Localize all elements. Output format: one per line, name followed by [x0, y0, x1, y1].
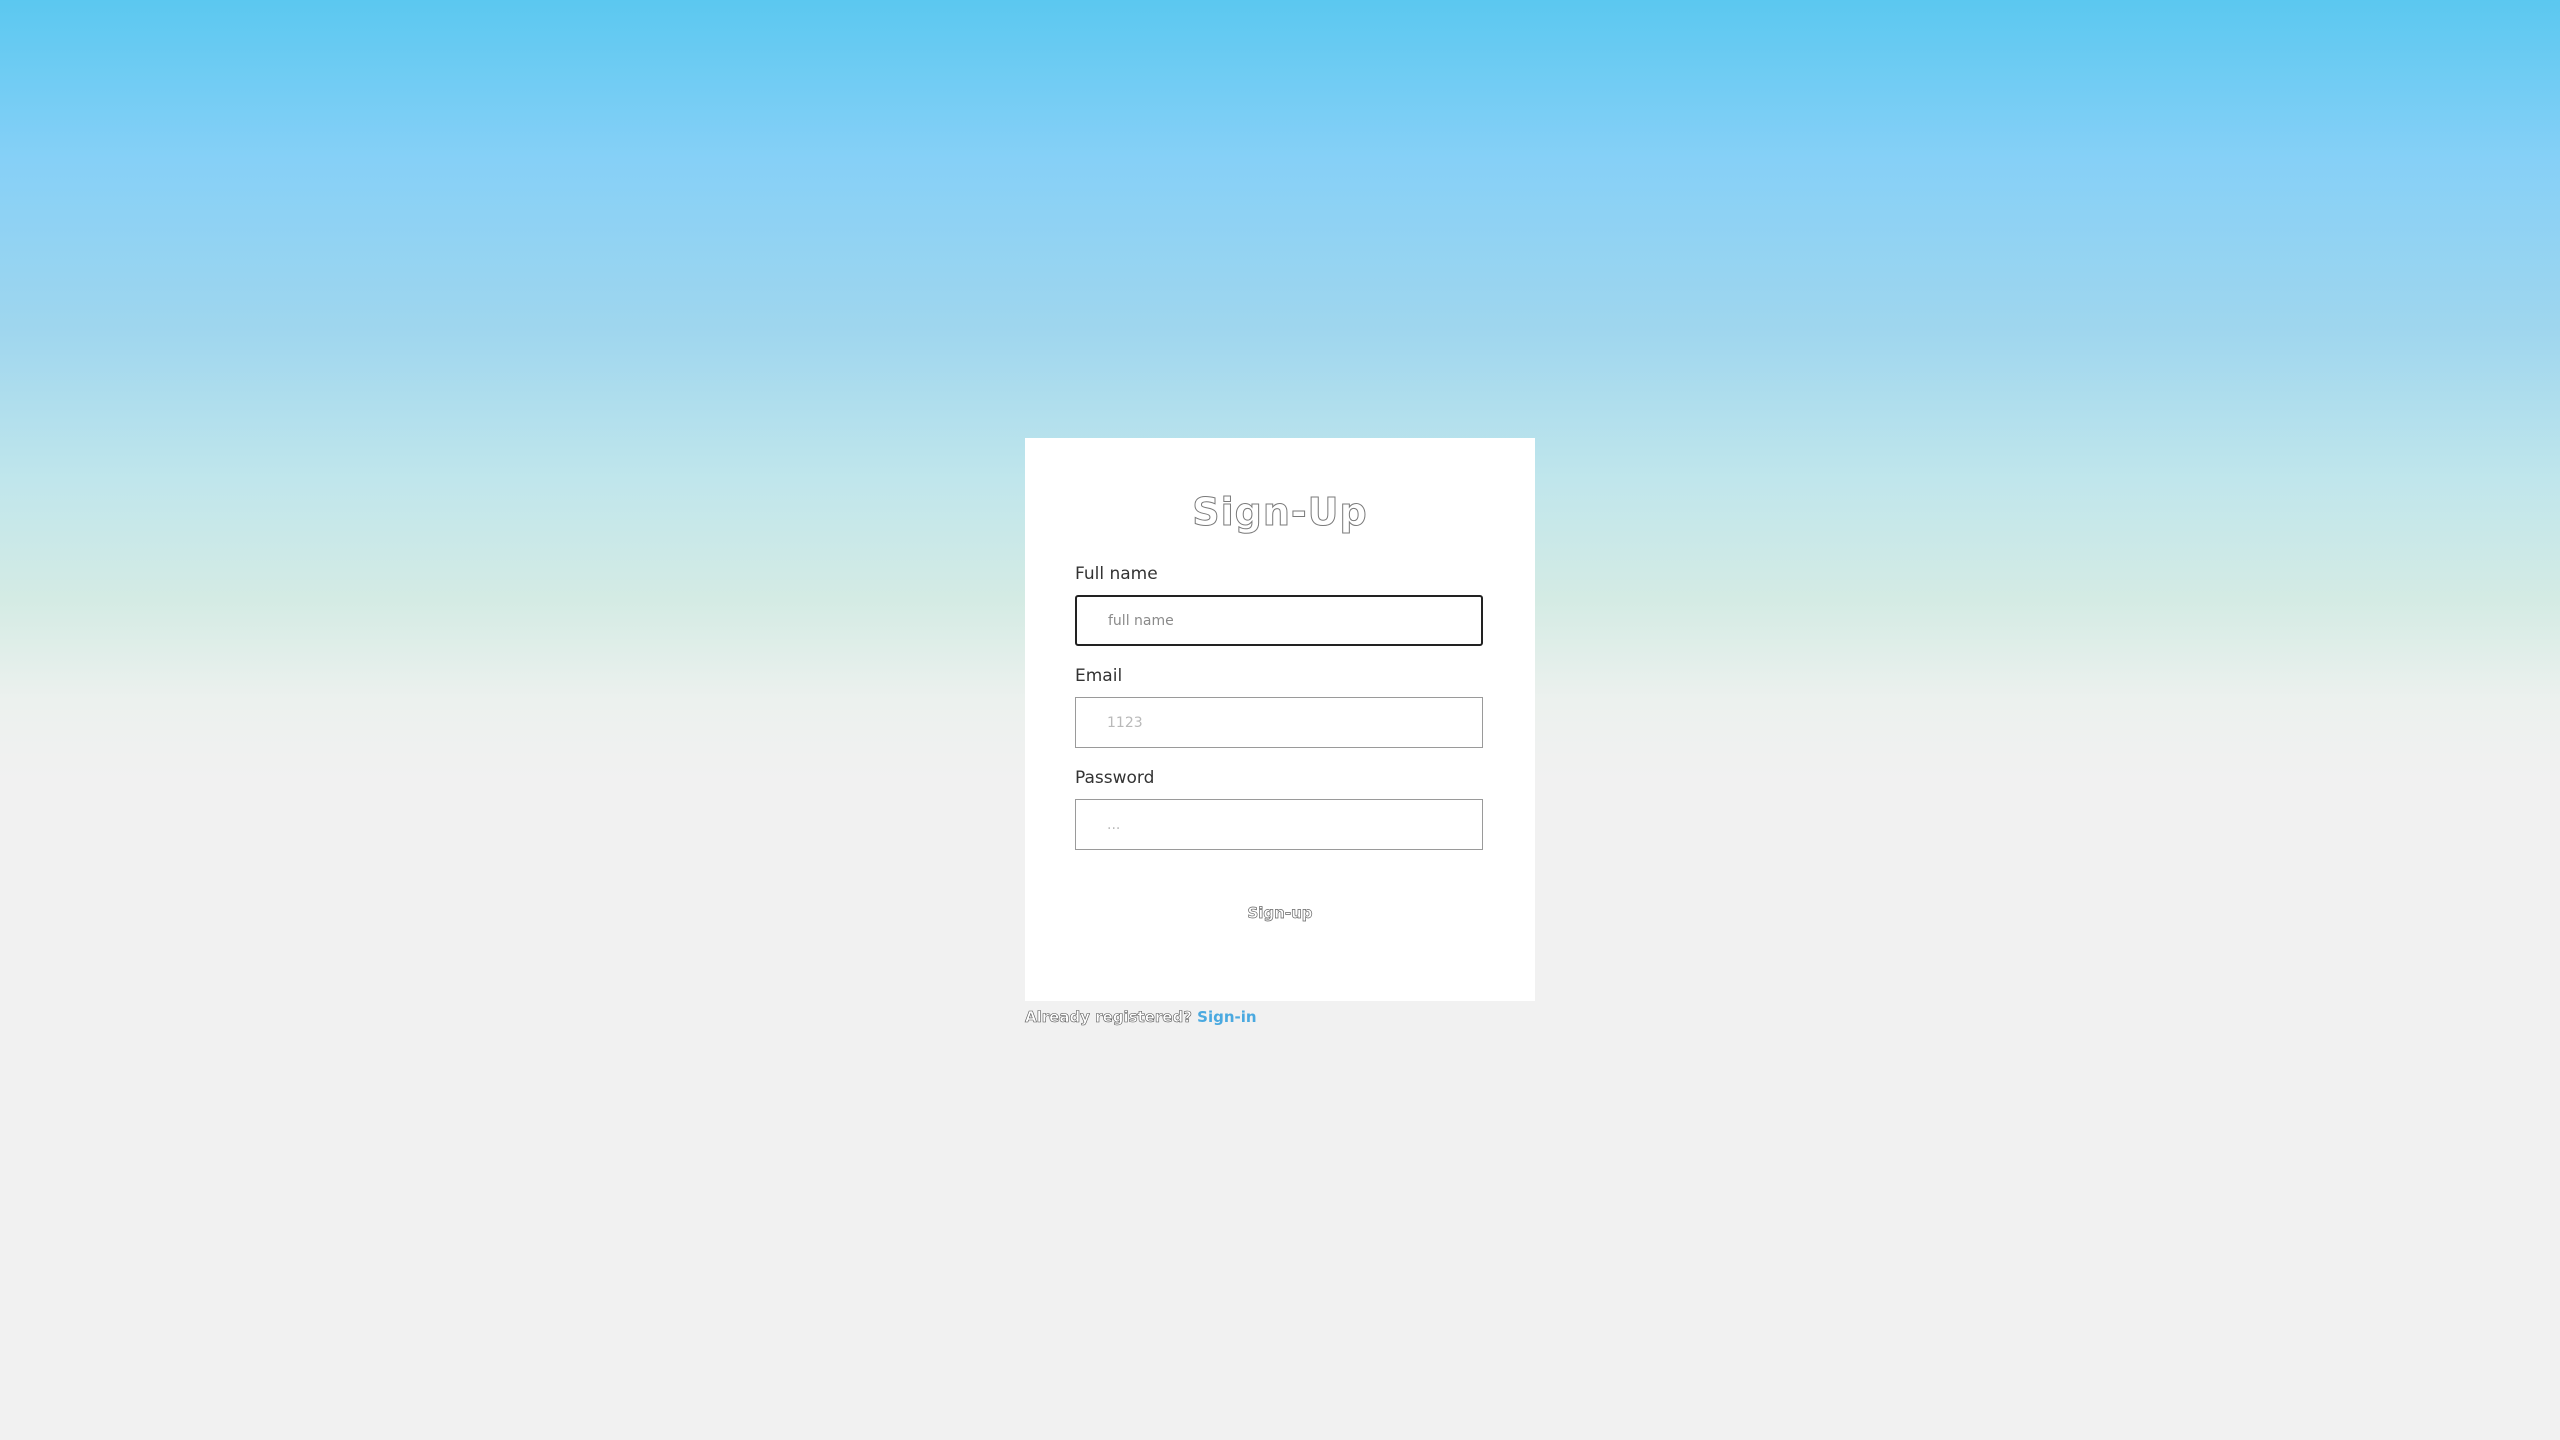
already-registered-text: Already registered?: [1025, 1008, 1193, 1027]
email-input[interactable]: [1075, 697, 1483, 748]
form-title: Sign-Up: [1192, 490, 1368, 535]
signin-prompt: Already registered? Sign-in: [1025, 1008, 1257, 1027]
sign-up-button[interactable]: Sign-up: [1230, 898, 1330, 928]
full-name-label: Full name: [1075, 564, 1158, 584]
password-input[interactable]: [1075, 799, 1483, 850]
email-label: Email: [1075, 666, 1123, 686]
signup-card: Sign-Up Full name Email Password Sign-up: [1025, 438, 1535, 1001]
sign-in-link[interactable]: Sign-in: [1197, 1008, 1256, 1026]
full-name-input[interactable]: [1075, 595, 1483, 646]
password-label: Password: [1075, 768, 1155, 788]
